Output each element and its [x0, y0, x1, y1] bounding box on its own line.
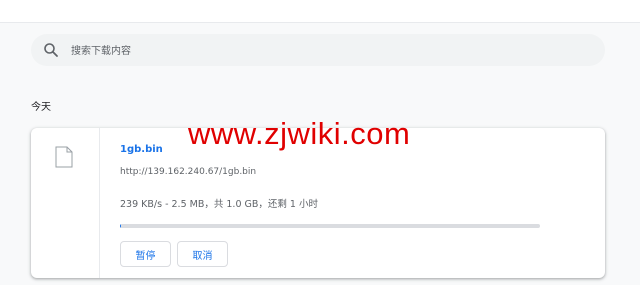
- watermark-text: www.zjwiki.com: [188, 116, 411, 151]
- search-icon: [44, 43, 58, 57]
- download-filename-link[interactable]: 1gb.bin: [120, 144, 163, 155]
- cancel-button[interactable]: 取消: [177, 241, 228, 267]
- date-group-label: 今天: [31, 102, 51, 113]
- pause-button[interactable]: 暂停: [120, 241, 171, 267]
- file-icon-column: [31, 128, 100, 278]
- download-progress-fill: [120, 224, 122, 228]
- download-status: 239 KB/s - 2.5 MB，共 1.0 GB，还剩 1 小时: [120, 199, 318, 210]
- search-input[interactable]: [69, 40, 593, 62]
- search-bar[interactable]: [31, 34, 605, 66]
- download-progress-bar: [120, 224, 540, 228]
- file-icon: [55, 146, 73, 168]
- top-toolbar: [0, 0, 640, 23]
- download-url: http://139.162.240.67/1gb.bin: [120, 167, 257, 177]
